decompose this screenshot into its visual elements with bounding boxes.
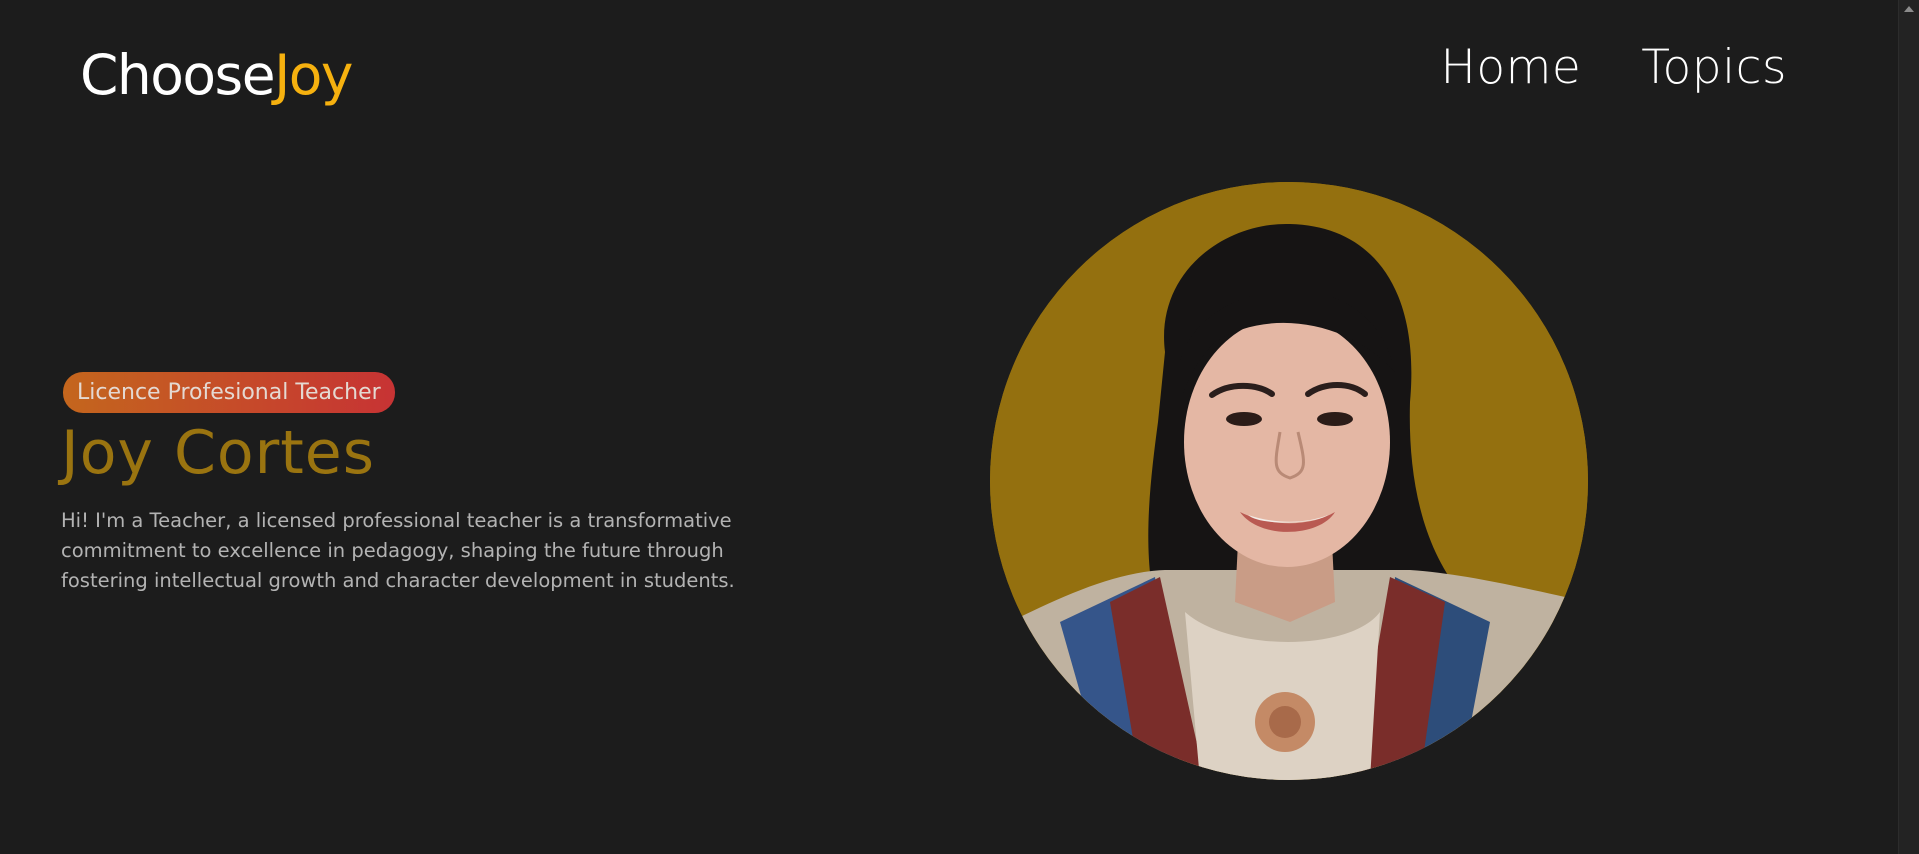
page-scrollbar[interactable] [1898,0,1919,854]
profile-photo-illustration [990,182,1588,780]
nav-home-link[interactable]: Home [1441,38,1582,98]
scroll-up-arrow-icon[interactable] [1904,6,1914,12]
profile-photo [990,182,1588,780]
profession-badge: Licence Profesional Teacher [63,372,395,413]
logo-accent-text: Joy [274,43,353,107]
nav-topics-link[interactable]: Topics [1641,38,1787,98]
logo-main-text: Choose [80,43,276,107]
hero-description: Hi! I'm a Teacher, a licensed profession… [61,509,735,592]
hero-name: Joy Cortes [61,418,375,488]
site-logo[interactable]: ChooseJoy [80,42,353,108]
main-nav: Home Topics [1441,38,1788,98]
